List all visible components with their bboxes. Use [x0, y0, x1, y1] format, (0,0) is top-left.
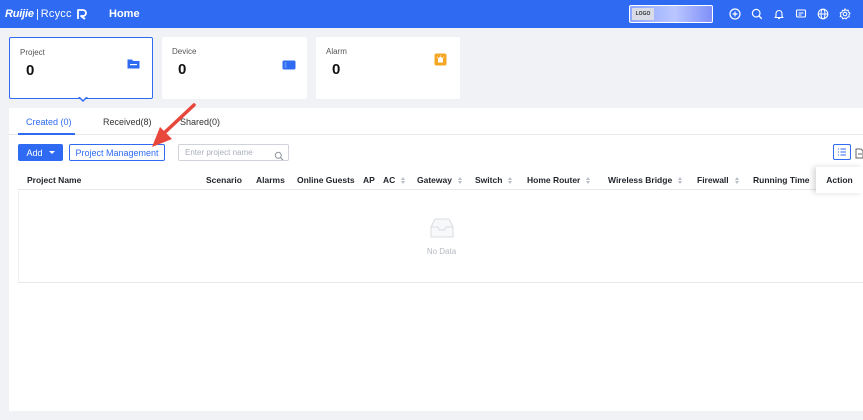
column-project-name: Project Name — [27, 175, 82, 185]
card-label: Project — [20, 48, 45, 57]
column-firewall[interactable]: Firewall — [697, 175, 739, 185]
folder-icon — [127, 56, 140, 74]
settings-gear-icon[interactable] — [839, 8, 851, 20]
list-view-button[interactable] — [833, 144, 851, 160]
empty-state-text: No Data — [426, 247, 457, 256]
column-online-guests: Online Guests — [297, 175, 355, 185]
column-wireless-bridge[interactable]: Wireless Bridge — [608, 175, 683, 185]
empty-inbox-icon — [428, 217, 456, 244]
reyee-r-icon — [76, 8, 88, 20]
column-action: Action — [816, 167, 863, 193]
column-ac[interactable]: AC — [383, 175, 406, 185]
add-circle-icon[interactable] — [729, 8, 741, 20]
table-body: No Data — [18, 191, 863, 283]
alarm-icon — [434, 53, 447, 71]
sort-icon[interactable] — [586, 176, 591, 184]
brand-logo[interactable]: Ruijie Rcycc — [5, 8, 88, 20]
organization-logo: LOGO — [632, 8, 654, 20]
globe-icon[interactable] — [817, 8, 829, 20]
project-summary-card[interactable]: Project 0 — [9, 37, 153, 99]
message-icon[interactable] — [795, 8, 807, 20]
alarm-summary-card[interactable]: Alarm 0 — [316, 37, 460, 99]
add-button-label: Add — [26, 147, 43, 158]
device-icon — [282, 57, 296, 75]
sort-icon[interactable] — [734, 176, 739, 184]
device-summary-card[interactable]: Device 0 — [162, 37, 307, 99]
annotation-arrow-icon — [140, 103, 200, 158]
add-button[interactable]: Add — [18, 144, 63, 161]
sort-icon[interactable] — [508, 176, 513, 184]
column-alarms: Alarms — [256, 175, 285, 185]
brand-primary: Ruijie — [5, 8, 34, 20]
top-navigation-bar: Ruijie Rcycc Home LOGO — [0, 0, 863, 28]
sort-icon[interactable] — [401, 176, 406, 184]
organization-selector[interactable]: LOGO — [629, 5, 713, 23]
column-switch[interactable]: Switch — [475, 175, 513, 185]
project-tabs: Created (0) Received(8) Shared(0) — [9, 108, 863, 135]
column-gateway[interactable]: Gateway — [417, 175, 462, 185]
table-header: Project Name Scenario Alarms Online Gues… — [18, 170, 863, 190]
column-home-router[interactable]: Home Router — [527, 175, 591, 185]
brand-separator — [36, 8, 38, 20]
tab-created[interactable]: Created (0) — [26, 117, 72, 127]
brand-secondary: Rcycc — [40, 8, 72, 20]
column-ap: AP — [363, 175, 375, 185]
projects-panel: Created (0) Received(8) Shared(0) Add Pr… — [9, 108, 863, 411]
sort-icon[interactable] — [678, 176, 683, 184]
card-label: Alarm — [326, 47, 347, 56]
card-label: Device — [172, 47, 197, 56]
card-value: 0 — [332, 61, 341, 78]
card-value: 0 — [26, 62, 35, 79]
sort-icon[interactable] — [457, 176, 462, 184]
chevron-down-icon — [48, 151, 55, 154]
active-tab-indicator — [18, 133, 75, 135]
search-icon[interactable] — [751, 8, 763, 20]
bell-icon[interactable] — [773, 8, 785, 20]
list-view-icon — [837, 143, 847, 161]
nav-home-tab[interactable]: Home — [109, 0, 140, 28]
column-running-time: Running Time — [753, 175, 810, 185]
export-icon[interactable] — [854, 146, 863, 164]
search-icon[interactable] — [274, 148, 284, 166]
column-scenario: Scenario — [206, 175, 242, 185]
card-value: 0 — [178, 61, 187, 78]
active-card-pointer — [78, 96, 88, 102]
